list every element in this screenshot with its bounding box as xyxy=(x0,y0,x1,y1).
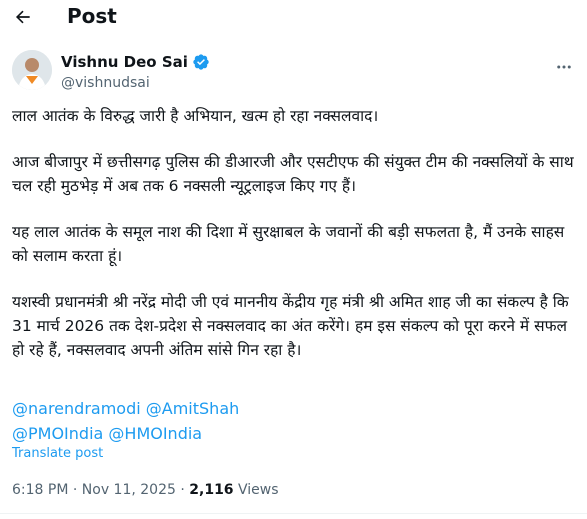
post-metadata: 6:18 PM · Nov 11, 2025 · 2,116 Views xyxy=(12,480,279,500)
tweet-paragraph: आज बीजापुर में छत्तीसगढ़ पुलिस की डीआरजी… xyxy=(12,153,574,195)
mention-link[interactable]: @HMOIndia xyxy=(108,424,202,443)
translate-post-link[interactable]: Translate post xyxy=(12,445,103,463)
mention-link[interactable]: @PMOIndia xyxy=(12,424,103,443)
meta-separator: · xyxy=(68,482,82,498)
post-header: Post xyxy=(0,0,587,34)
tweet-mentions: @narendramodi @AmitShah @PMOIndia @HMOIn… xyxy=(12,396,572,446)
more-options-button[interactable] xyxy=(551,54,577,80)
tweet-paragraph: यह लाल आतंक के समूल नाश की दिशा में सुरक… xyxy=(12,223,565,265)
arrow-left-icon xyxy=(15,10,30,24)
tweet-paragraph: यशस्वी प्रधानमंत्री श्री नरेंद्र मोदी जी… xyxy=(12,293,569,359)
avatar[interactable] xyxy=(12,50,52,90)
divider xyxy=(0,513,587,514)
page-title: Post xyxy=(67,4,117,28)
mention-link[interactable]: @narendramodi xyxy=(12,399,141,418)
mention-link[interactable]: @AmitShah xyxy=(146,399,240,418)
verified-badge-icon xyxy=(193,54,209,70)
tweet-text: लाल आतंक के विरुद्ध जारी है अभियान, खत्म… xyxy=(12,104,577,384)
author-display-name[interactable]: Vishnu Deo Sai xyxy=(61,52,188,72)
back-button[interactable] xyxy=(8,2,38,32)
post-time[interactable]: 6:18 PM xyxy=(12,482,68,498)
avatar-image xyxy=(12,50,52,90)
author-handle[interactable]: @vishnudsai xyxy=(61,74,150,92)
more-horizontal-icon xyxy=(557,65,571,69)
tweet-paragraph: लाल आतंक के विरुद्ध जारी है अभियान, खत्म… xyxy=(12,107,379,125)
post-date[interactable]: Nov 11, 2025 xyxy=(82,482,176,498)
views-count: 2,116 xyxy=(189,482,234,498)
views-label: Views xyxy=(233,482,279,498)
author-row: Vishnu Deo Sai @vishnudsai xyxy=(0,44,587,100)
meta-separator: · xyxy=(175,482,190,498)
